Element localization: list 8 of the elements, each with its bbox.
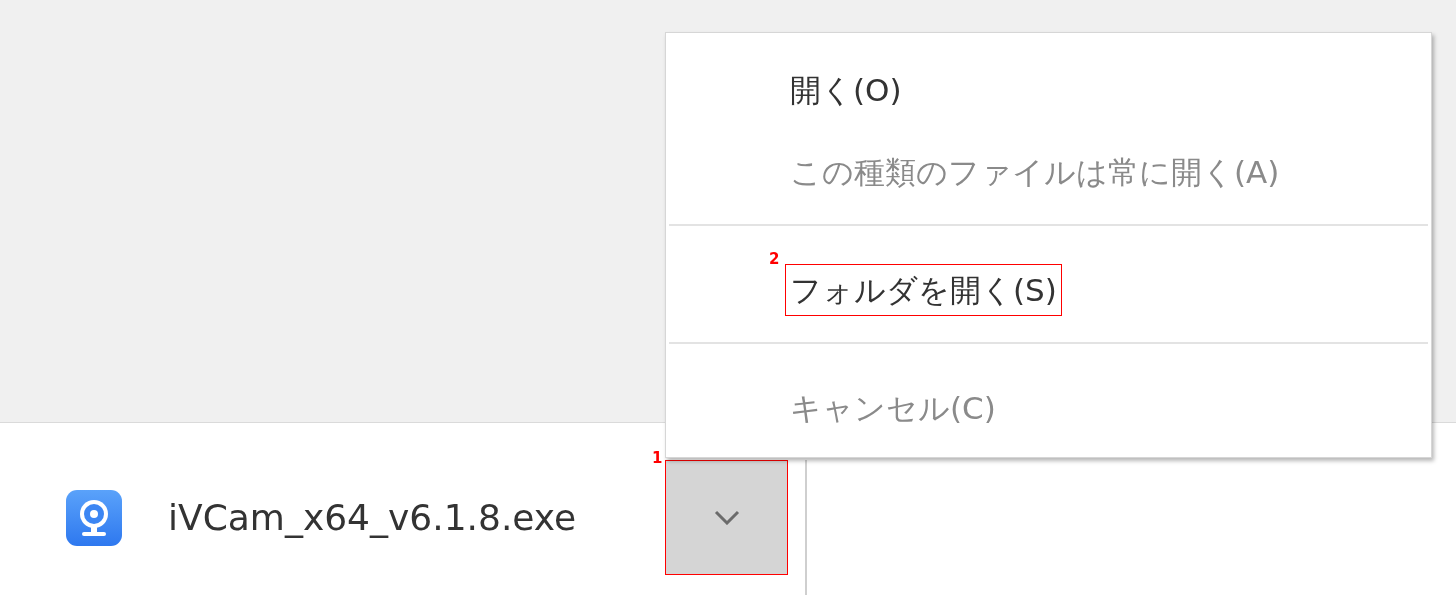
menu-item[interactable]: 開く(O) [785, 63, 907, 117]
callout-number: 2 [769, 251, 780, 267]
chevron-down-icon [713, 510, 740, 525]
webcam-icon [66, 489, 122, 546]
callout-number: 1 [652, 451, 663, 466]
menu-button[interactable] [665, 460, 788, 575]
file-name: iVCam_x64_v6.1.8.exe [168, 497, 577, 538]
menu-item[interactable]: フォルダを開く(S) [785, 263, 1062, 317]
